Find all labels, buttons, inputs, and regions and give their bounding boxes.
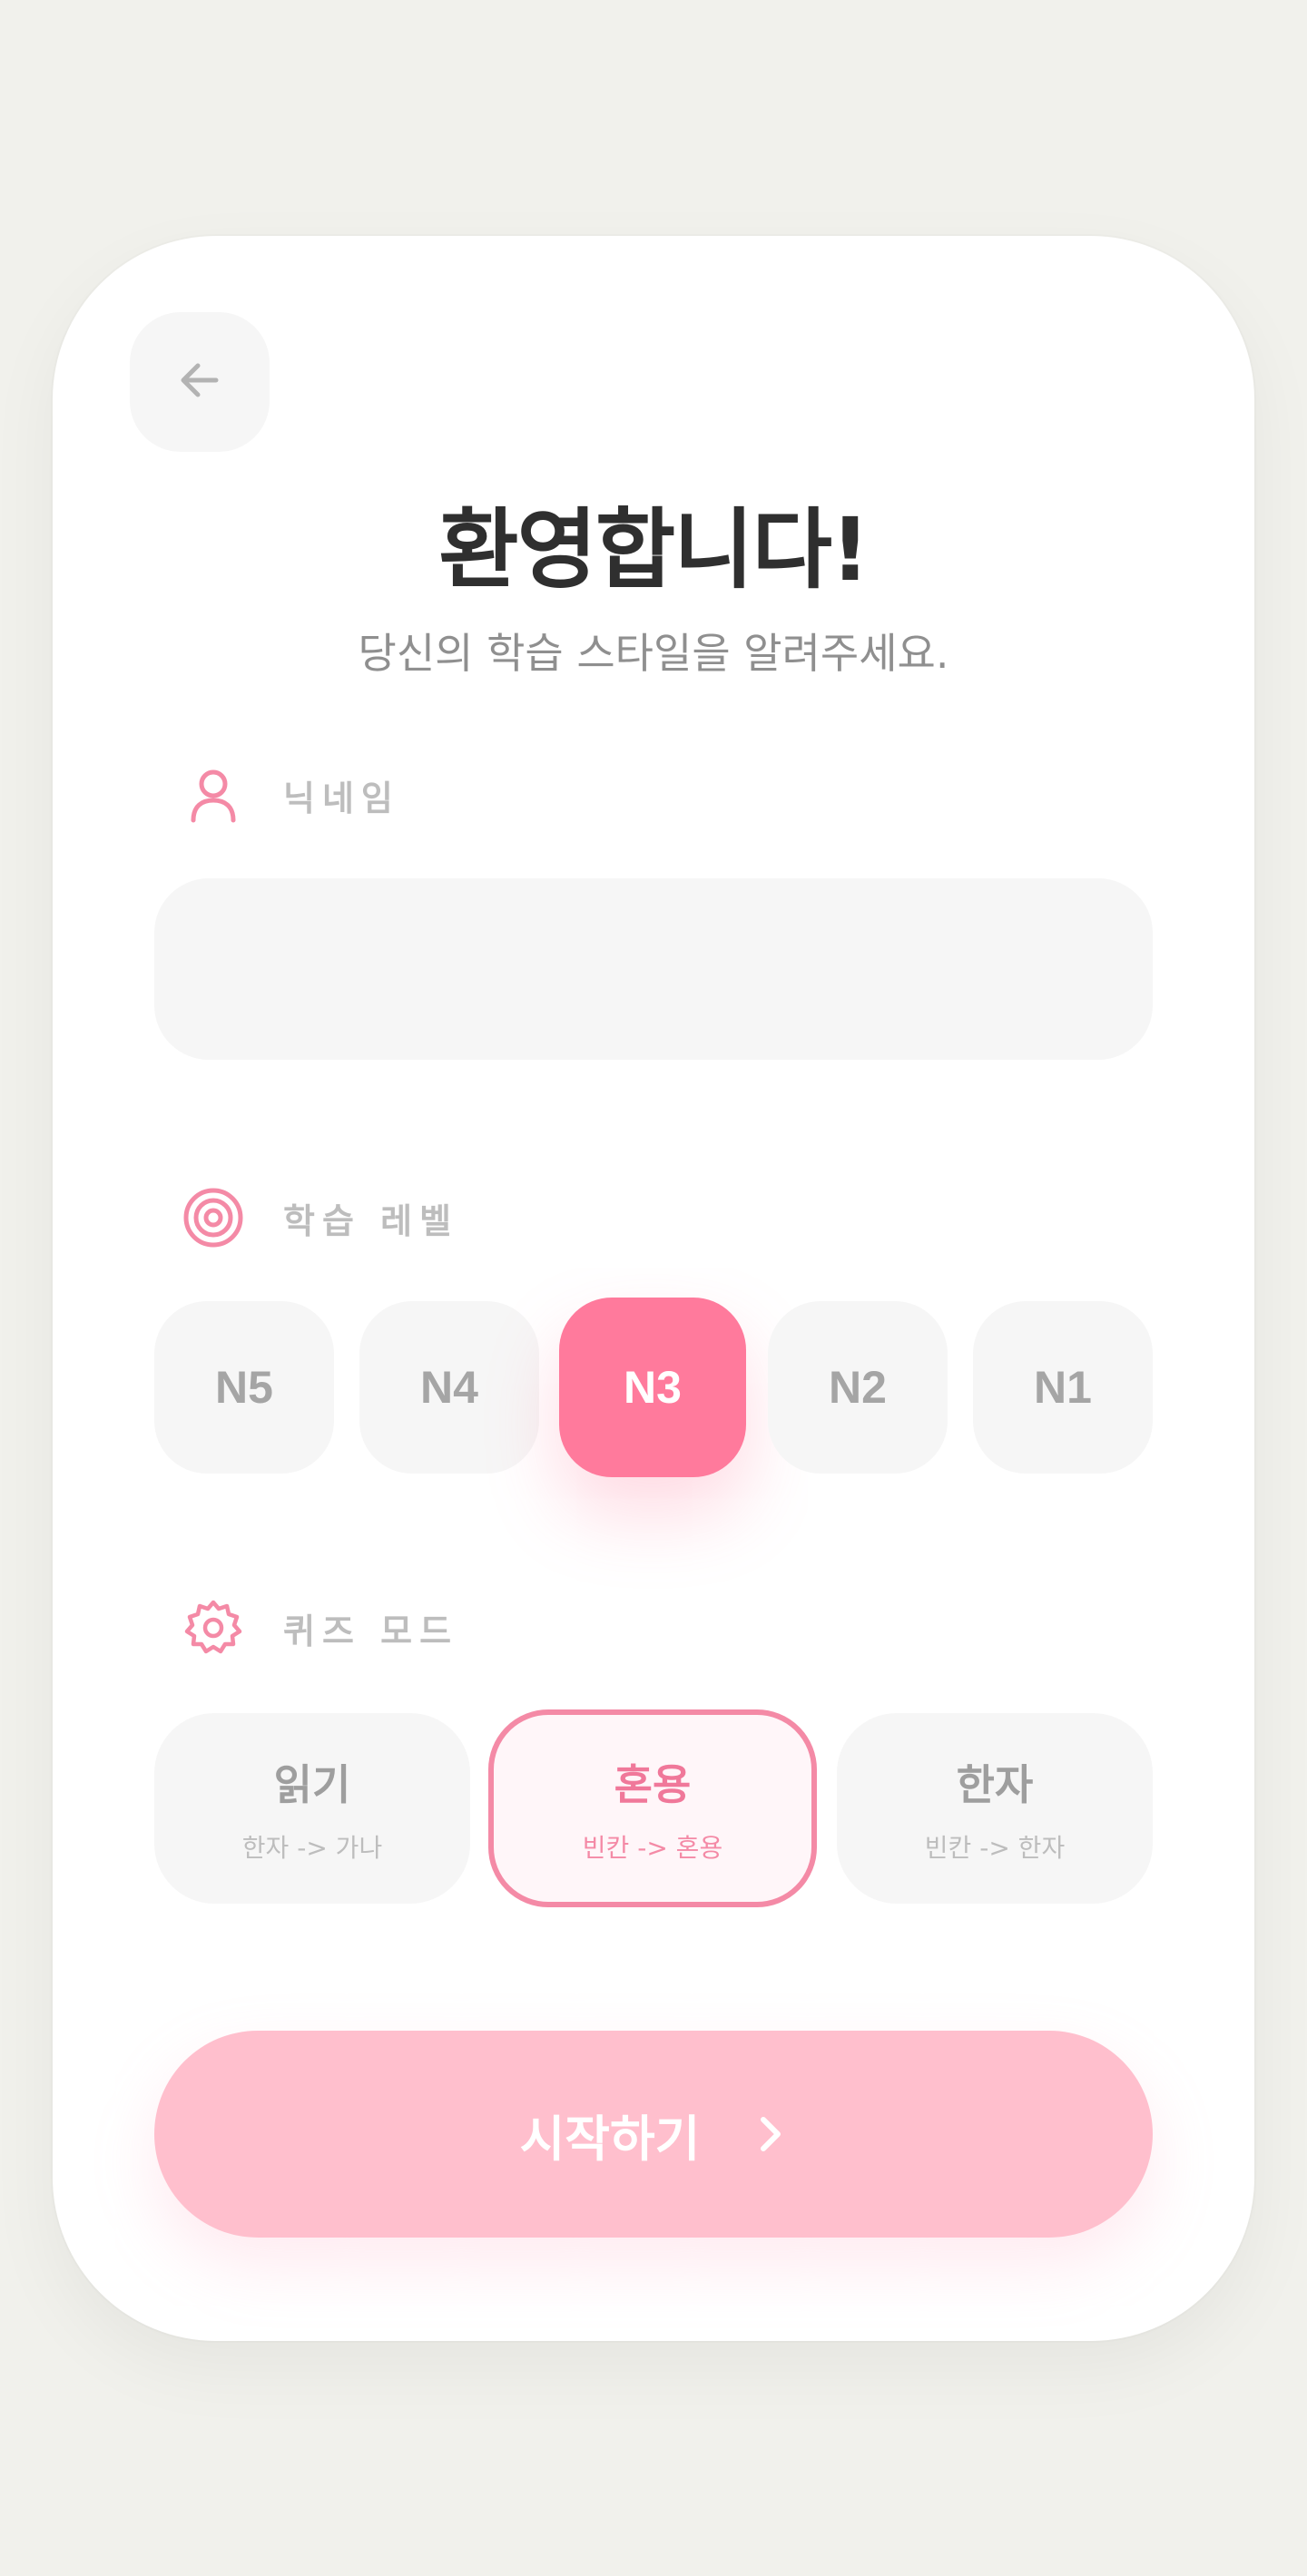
start-button[interactable]: 시작하기 <box>154 2031 1153 2238</box>
mode-title: 읽기 <box>273 1760 351 1809</box>
nickname-section-label: 닉네임 <box>182 762 400 828</box>
user-icon <box>182 763 245 827</box>
level-label: 학습 레벨 <box>283 1200 459 1241</box>
mode-title: 한자 <box>956 1760 1034 1809</box>
start-button-label: 시작하기 <box>519 2110 701 2168</box>
quiz-mode-section-label: 퀴즈 모드 <box>182 1595 458 1660</box>
gear-icon <box>182 1596 245 1660</box>
mode-subtitle: 한자 -> 가나 <box>241 1833 383 1863</box>
back-button[interactable] <box>130 312 270 452</box>
mode-option-mixed[interactable]: 혼용 빈칸 -> 혼용 <box>488 1709 817 1907</box>
level-option-n2[interactable]: N2 <box>768 1301 948 1474</box>
quiz-mode-label: 퀴즈 모드 <box>283 1611 459 1651</box>
level-option-n1[interactable]: N1 <box>973 1301 1153 1474</box>
mode-subtitle: 빈칸 -> 혼용 <box>582 1833 723 1863</box>
mode-title: 혼용 <box>614 1760 692 1809</box>
arrow-left-icon <box>174 355 225 409</box>
target-icon <box>182 1186 245 1249</box>
level-section-label: 학습 레벨 <box>182 1185 458 1250</box>
level-option-n5[interactable]: N5 <box>154 1301 334 1474</box>
page-subtitle: 당신의 학습 스타일을 알려주세요. <box>358 629 949 678</box>
page-title: 환영합니다! <box>438 499 870 601</box>
nickname-input[interactable] <box>154 878 1153 1060</box>
quiz-mode-selector: 읽기 한자 -> 가나 혼용 빈칸 -> 혼용 한자 빈칸 -> 한자 <box>154 1709 1153 1909</box>
level-option-n4[interactable]: N4 <box>359 1301 539 1474</box>
chevron-right-icon <box>754 2112 787 2156</box>
mode-option-reading[interactable]: 읽기 한자 -> 가나 <box>154 1713 470 1904</box>
mode-subtitle: 빈칸 -> 한자 <box>924 1833 1066 1863</box>
level-selector: N5 N4 N3 N2 N1 <box>154 1298 1153 1479</box>
nickname-label: 닉네임 <box>283 778 400 818</box>
level-option-n3[interactable]: N3 <box>559 1298 746 1477</box>
mode-option-kanji[interactable]: 한자 빈칸 -> 한자 <box>837 1713 1153 1904</box>
